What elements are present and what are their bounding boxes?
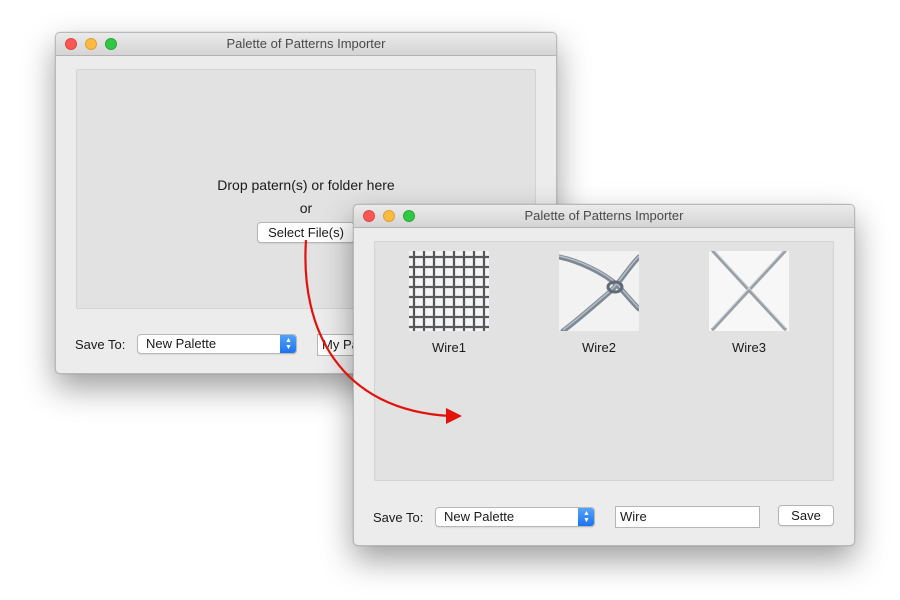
pattern-thumbnail-wire3[interactable] xyxy=(709,251,789,331)
palette-name-value: Wire xyxy=(620,509,647,524)
popup-stepper-icon: ▲ ▼ xyxy=(578,508,594,526)
pattern-label-wire3: Wire3 xyxy=(732,340,766,355)
front-window-titlebar[interactable]: Palette of Patterns Importer xyxy=(354,205,854,228)
front-importer-window: Palette of Patterns Importer Wire1 Wire2… xyxy=(353,204,855,546)
pattern-label-wire1: Wire1 xyxy=(432,340,466,355)
palette-popup[interactable]: New Palette ▲ ▼ xyxy=(435,507,595,527)
minimize-button[interactable] xyxy=(85,38,97,50)
chain-link-knot-icon xyxy=(559,251,639,331)
back-window-title: Palette of Patterns Importer xyxy=(226,36,386,51)
minimize-button[interactable] xyxy=(383,210,395,222)
pattern-thumbnail-wire2[interactable] xyxy=(559,251,639,331)
zoom-button[interactable] xyxy=(105,38,117,50)
save-to-label: Save To: xyxy=(75,337,126,352)
palette-name-field[interactable]: Wire xyxy=(615,506,760,528)
select-files-button[interactable]: Select File(s) xyxy=(257,222,355,243)
popup-stepper-icon: ▲ ▼ xyxy=(280,335,296,353)
pattern-thumbnail-wire1[interactable] xyxy=(409,251,489,331)
save-button[interactable]: Save xyxy=(778,505,834,526)
back-window-titlebar[interactable]: Palette of Patterns Importer xyxy=(56,33,556,56)
palette-popup[interactable]: New Palette ▲ ▼ xyxy=(137,334,297,354)
crossed-wires-icon xyxy=(709,251,789,331)
palette-popup-value: New Palette xyxy=(444,509,515,524)
drop-instructions: Drop patern(s) or folder here xyxy=(217,177,395,193)
front-window-title: Palette of Patterns Importer xyxy=(524,208,684,223)
zoom-button[interactable] xyxy=(403,210,415,222)
wire-mesh-grid-icon xyxy=(409,251,489,331)
close-button[interactable] xyxy=(65,38,77,50)
palette-popup-value: New Palette xyxy=(146,336,217,351)
or-label: or xyxy=(299,200,313,216)
save-to-label: Save To: xyxy=(373,510,424,525)
close-button[interactable] xyxy=(363,210,375,222)
pattern-label-wire2: Wire2 xyxy=(582,340,616,355)
